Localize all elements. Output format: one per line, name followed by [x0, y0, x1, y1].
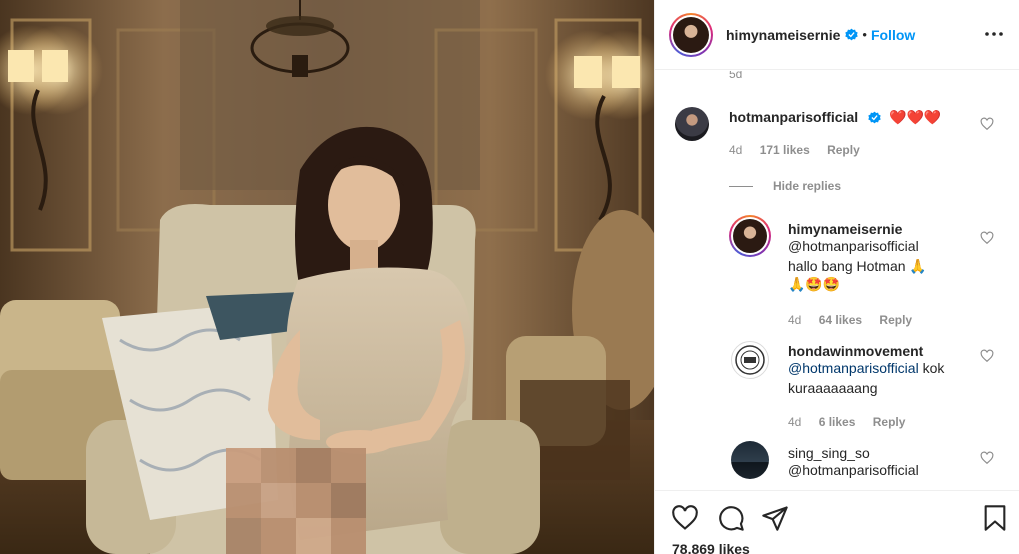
- hide-replies-button[interactable]: Hide replies: [729, 179, 841, 193]
- author-username[interactable]: himynameisernie: [726, 27, 840, 43]
- reply-like-heart-icon[interactable]: [980, 349, 994, 363]
- heart-icon[interactable]: [671, 504, 699, 532]
- comment-text: ❤️❤️❤️: [889, 110, 942, 126]
- reply-time: 4d: [788, 415, 802, 429]
- comment-item: hotmanparisofficial ❤️❤️❤️ 4d 171 likes …: [655, 101, 1019, 181]
- hide-replies-label: Hide replies: [773, 179, 842, 193]
- reply-button[interactable]: Reply: [827, 143, 860, 157]
- reply-mention[interactable]: @hotmanparisofficial: [788, 360, 919, 376]
- share-icon[interactable]: [761, 504, 789, 532]
- reply-avatar[interactable]: [731, 441, 769, 479]
- reply-text-line: kok: [922, 360, 945, 376]
- reply-meta: 4d 6 likes Reply: [788, 415, 919, 429]
- reply-emoji-line: 🙏🤩🤩: [788, 277, 841, 293]
- comment-icon[interactable]: [717, 504, 745, 532]
- follow-button[interactable]: Follow: [871, 27, 915, 43]
- previous-comment-time: 5d: [729, 71, 743, 81]
- reply-button[interactable]: Reply: [879, 313, 912, 327]
- reply-item: sing_sing_so @hotmanparisofficial: [655, 439, 1019, 489]
- commenter-avatar[interactable]: [675, 107, 709, 141]
- reply-avatar[interactable]: [731, 341, 769, 379]
- reply-avatar[interactable]: [729, 215, 771, 257]
- hide-replies-line: [729, 185, 753, 187]
- reply-button[interactable]: Reply: [873, 415, 906, 429]
- reply-item: hondawinmovement @hotmanparisofficial ko…: [655, 339, 1019, 431]
- post-photo: [0, 0, 654, 554]
- verified-badge-icon: [845, 28, 859, 41]
- reply-meta: 4d 64 likes Reply: [788, 313, 926, 327]
- comment-likes-count[interactable]: 171 likes: [760, 143, 810, 157]
- post-header: himynameisernie • Follow: [655, 0, 1019, 70]
- reply-text-line: hallo bang Hotman 🙏: [788, 257, 927, 274]
- commenter-username[interactable]: hotmanparisofficial: [729, 109, 858, 125]
- reply-username[interactable]: himynameisernie: [788, 221, 978, 237]
- reply-mention[interactable]: @hotmanparisofficial: [788, 461, 978, 481]
- comment-like-heart-icon[interactable]: [980, 117, 994, 131]
- comment-meta: 4d 171 likes Reply: [729, 143, 874, 157]
- hondawin-logo-icon: [735, 345, 765, 375]
- more-options-icon[interactable]: [984, 24, 1004, 44]
- header-separator: •: [862, 27, 867, 42]
- bookmark-icon[interactable]: [981, 504, 1009, 532]
- reply-likes-count[interactable]: 6 likes: [819, 415, 856, 429]
- author-avatar[interactable]: [669, 12, 713, 57]
- reply-username[interactable]: hondawinmovement: [788, 343, 978, 359]
- reply-mention[interactable]: @hotmanparisofficial: [788, 237, 978, 257]
- reply-text-line-2: kuraaaaaaang: [788, 379, 878, 396]
- reply-like-heart-icon[interactable]: [980, 451, 994, 465]
- reply-username[interactable]: sing_sing_so: [788, 445, 978, 461]
- post-likes-count[interactable]: 78,869 likes: [672, 541, 750, 554]
- reply-likes-count[interactable]: 64 likes: [819, 313, 862, 327]
- reply-item: himynameisernie @hotmanparisofficial hal…: [655, 215, 1019, 335]
- reply-like-heart-icon[interactable]: [980, 231, 994, 245]
- comments-list[interactable]: 5d hotmanparisofficial ❤️❤️❤️ 4d 171 lik…: [655, 71, 1019, 489]
- verified-badge-icon: [867, 111, 881, 124]
- post-photo-illustration: [0, 0, 654, 554]
- reply-time: 4d: [788, 313, 802, 327]
- post-actions: [655, 490, 1019, 540]
- author-avatar-image: [673, 16, 709, 53]
- post-sidebar: himynameisernie • Follow 5d hotmanpariso…: [654, 0, 1019, 554]
- comment-time: 4d: [729, 143, 743, 157]
